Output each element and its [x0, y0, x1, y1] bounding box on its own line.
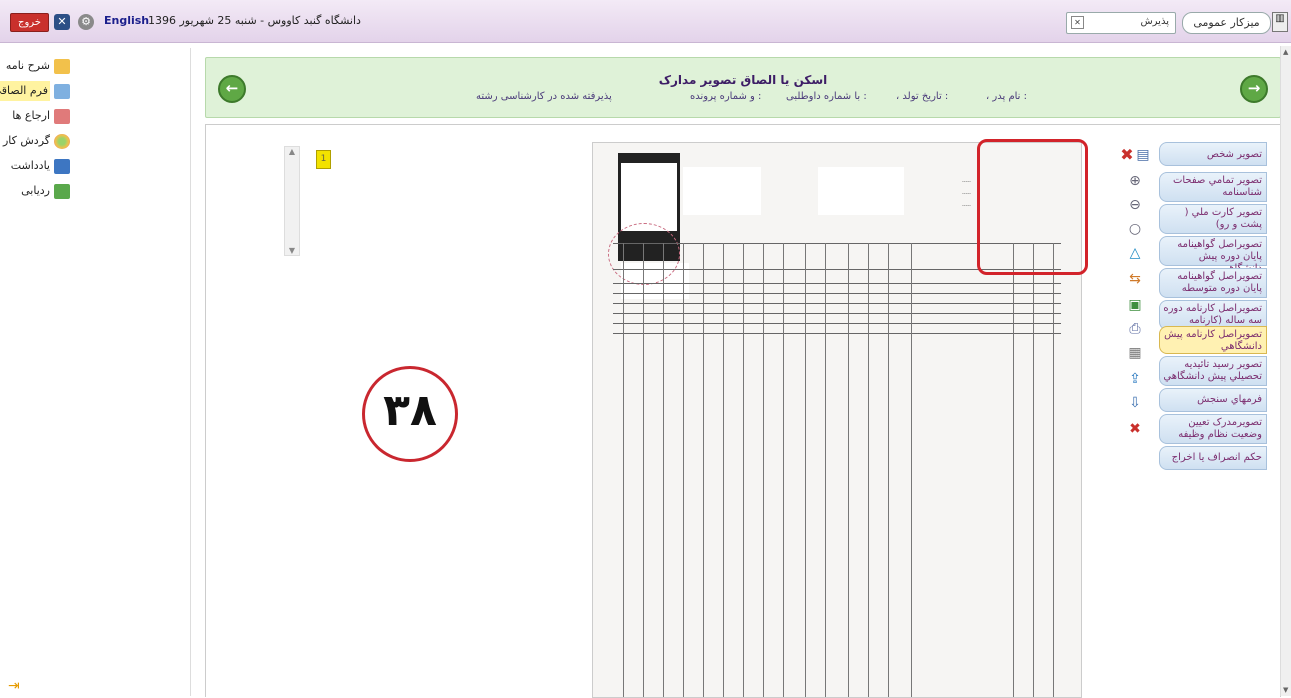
sidebar-item-label: یادداشت [10, 159, 50, 172]
tab-label: تصویر کارت ملي ( پشت و رو) [1184, 207, 1262, 230]
sidebar-item-note[interactable]: یادداشت [8, 156, 70, 181]
sidebar: شرح نامه فرم الصاقی ارجاع ها گردش کار یا… [0, 48, 191, 696]
tab-assessment-forms[interactable]: فرمهاي سنجش [1159, 388, 1267, 412]
stamp-mark [608, 223, 680, 285]
page-scrollbar[interactable]: ▲ ▼ [1280, 46, 1291, 696]
sidebar-item-form[interactable]: فرم الصاقی [0, 81, 70, 106]
redaction-box [621, 163, 677, 231]
sidebar-item-tracking[interactable]: ردیابی [8, 181, 70, 206]
workflow-icon [54, 134, 70, 149]
table-icon[interactable]: ▤ [1134, 147, 1152, 163]
tab-label: حکم انصراف یا اخراج [1171, 452, 1262, 463]
sidebar-item-label: ردیابی [21, 184, 50, 197]
page-title: اسکن یا الصاق تصویر مدارک [658, 73, 828, 87]
redaction-box [683, 167, 761, 215]
sidebar-item-label: فرم الصاقی [0, 81, 50, 101]
letter-icon [54, 59, 70, 74]
zoom-out-icon[interactable]: ⊖ [1126, 197, 1144, 213]
tab-label: فرمهاي سنجش [1197, 394, 1262, 405]
settings-icon[interactable]: ⚙ [78, 14, 94, 30]
tab-label: تصویر تمامي صفحات شناسنامه [1172, 175, 1262, 198]
tab-person-photo[interactable]: تصویر شخص [1159, 142, 1267, 166]
sidebar-item-label: ارجاع ها [12, 109, 50, 122]
tab-birth-certificate[interactable]: تصویر تمامي صفحات شناسنامه [1159, 172, 1267, 202]
accepted-field-label: پذیرفته شده در کارشناسی رشته [476, 91, 612, 102]
file-number-label: و شماره پرونده : [690, 91, 762, 102]
birth-date-label: ، تاریخ تولد : [896, 91, 949, 102]
scroll-up-icon[interactable]: ▲ [286, 147, 298, 156]
tab-label: تصویراصل گواهینامه پایان دوره متوسطه [1177, 271, 1262, 294]
zoom-in-icon[interactable]: ⊕ [1126, 173, 1144, 189]
header-panel: ← → اسکن یا الصاق تصویر مدارک ، نام پدر … [205, 57, 1281, 118]
exit-button[interactable]: خروج [10, 13, 49, 32]
zoom-reset-icon[interactable]: ○ [1126, 221, 1144, 237]
top-bar: خروج ✕ ⚙ English دانشگاه گنبد کاووس - شن… [0, 0, 1291, 43]
english-language-link[interactable]: English [104, 14, 149, 27]
flip-icon[interactable]: △ [1126, 245, 1144, 261]
form-icon [54, 84, 70, 99]
search-box[interactable]: ✕ پذیرش [1066, 12, 1176, 34]
upload-icon[interactable]: ⇪ [1126, 371, 1144, 387]
tab-pre-university-certificate[interactable]: تصویراصل گواهینامه پایان دوره پیش دانشگا… [1159, 236, 1267, 274]
father-name-label: ، نام پدر : [986, 91, 1028, 102]
tab-military-status[interactable]: تصویرمدرک تعیین وضعیت نظام وظیفه [1159, 414, 1267, 444]
tab-pre-university-transcript[interactable]: تصویراصل کارنامه پیش دانشگاهي [1159, 326, 1267, 354]
sidebar-item-label: شرح نامه [5, 59, 50, 72]
tab-high-school-certificate[interactable]: تصویراصل گواهینامه پایان دوره متوسطه [1159, 268, 1267, 298]
remove-icon[interactable]: ✖ [1126, 421, 1144, 437]
tab-pre-university-receipt[interactable]: تصویر رسید تائیدیه تحصیلي پیش دانشگاهي [1159, 356, 1267, 386]
scroll-down-icon[interactable]: ▼ [286, 246, 298, 255]
tab-label: تصویراصل کارنامه پیش دانشگاهي [1164, 329, 1262, 352]
tab-label: تصویر شخص [1206, 149, 1262, 160]
expand-sidebar-icon[interactable]: ⇥ [8, 678, 20, 694]
tracking-icon [54, 184, 70, 199]
scroll-up-icon[interactable]: ▲ [1283, 48, 1288, 56]
swap-icon[interactable]: ⇆ [1126, 271, 1144, 287]
download-icon[interactable]: ⇩ [1126, 395, 1144, 411]
tab-withdrawal-order[interactable]: حکم انصراف یا اخراج [1159, 446, 1267, 470]
image-icon[interactable]: ▣ [1126, 297, 1144, 313]
tab-national-card[interactable]: تصویر کارت ملي ( پشت و رو) [1159, 204, 1267, 234]
page-number-badge: ۳۸ [362, 366, 458, 462]
highlight-frame [977, 139, 1088, 275]
tab-label: تصویر رسید تائیدیه تحصیلي پیش دانشگاهي [1163, 359, 1262, 382]
page-thumbnail[interactable]: 1 [316, 150, 331, 169]
print-icon[interactable]: ⎙ [1126, 321, 1144, 337]
tab-label: تصویرمدرک تعیین وضعیت نظام وظیفه [1178, 417, 1262, 440]
sidebar-item-workflow[interactable]: گردش کار [3, 131, 70, 156]
close-icon[interactable]: ✕ [54, 14, 70, 30]
scroll-down-icon[interactable]: ▼ [1283, 686, 1288, 694]
refer-icon [54, 109, 70, 124]
sidebar-item-referrals[interactable]: ارجاع ها [8, 106, 70, 131]
note-icon [54, 159, 70, 174]
university-date-text: دانشگاه گنبد کاووس - شنبه 25 شهریور 1396 [148, 14, 361, 27]
building-icon[interactable]: ▥ [1272, 12, 1288, 32]
thumbnail-scroller[interactable]: ▲ ▼ [284, 146, 300, 256]
redaction-box [818, 167, 904, 215]
sidebar-item-letter[interactable]: شرح نامه [5, 56, 70, 81]
applicant-number-label: با شماره داوطلبی : [786, 91, 867, 102]
scanner-icon[interactable]: ▦ [1126, 345, 1144, 361]
sidebar-item-label: گردش کار [2, 134, 50, 147]
public-desk-button[interactable]: میزکار عمومی [1182, 12, 1271, 34]
clear-search-icon[interactable]: ✕ [1071, 16, 1084, 29]
search-value: پذیرش [1140, 16, 1169, 27]
